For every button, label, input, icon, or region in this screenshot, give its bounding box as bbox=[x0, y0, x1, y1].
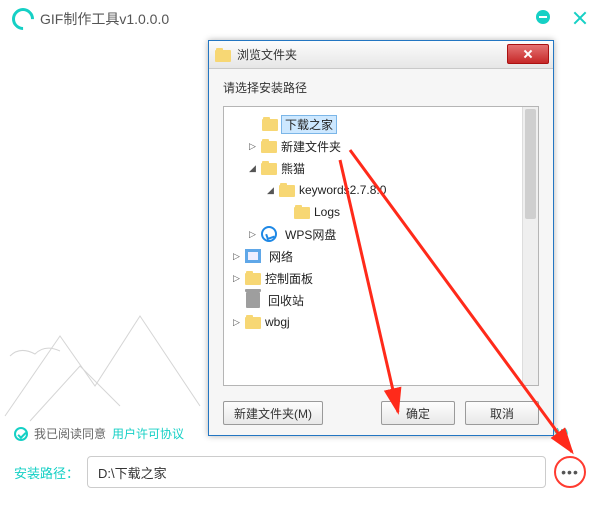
agreement-link[interactable]: 用户许可协议 bbox=[112, 425, 184, 442]
app-title: GIF制作工具v1.0.0.0 bbox=[40, 9, 169, 29]
network-icon bbox=[245, 249, 261, 263]
tree-label: Logs bbox=[314, 205, 340, 219]
control-panel-icon bbox=[245, 271, 261, 285]
tree-node[interactable]: ◢ 熊猫 bbox=[228, 157, 534, 179]
agreement-suffix: 义） bbox=[552, 425, 576, 442]
collapse-icon[interactable]: ◢ bbox=[248, 164, 257, 173]
tree-label: keywords2.7.8.0 bbox=[299, 183, 386, 197]
dialog-prompt: 请选择安装路径 bbox=[209, 69, 553, 96]
minimize-button[interactable] bbox=[536, 10, 550, 24]
close-button[interactable] bbox=[572, 10, 588, 26]
agreement-prefix: 我已阅读同意 bbox=[34, 425, 106, 442]
expand-icon[interactable]: ▷ bbox=[248, 230, 257, 239]
dialog-close-button[interactable] bbox=[507, 44, 549, 64]
scrollbar-thumb[interactable] bbox=[525, 109, 536, 219]
folder-icon bbox=[261, 161, 277, 175]
app-logo bbox=[7, 3, 38, 34]
folder-icon bbox=[279, 183, 295, 197]
app-title-bar: GIF制作工具v1.0.0.0 bbox=[12, 8, 169, 30]
dialog-button-row: 新建文件夹(M) 确定 取消 bbox=[223, 401, 539, 425]
folder-icon bbox=[215, 48, 231, 62]
agreement-checkbox[interactable] bbox=[14, 427, 28, 441]
folder-icon bbox=[262, 117, 278, 131]
tree-node[interactable]: ▷ wbgj bbox=[228, 311, 534, 333]
folder-icon bbox=[261, 139, 277, 153]
expand-icon[interactable]: ▷ bbox=[232, 252, 241, 261]
browse-button[interactable]: ••• bbox=[554, 456, 586, 488]
folder-tree: 下载之家 ▷ 新建文件夹 ◢ 熊猫 ◢ keywords2.7.8.0 Logs ▷ W… bbox=[223, 106, 539, 386]
tree-node[interactable]: ▷ 新建文件夹 bbox=[228, 135, 534, 157]
folder-icon bbox=[245, 315, 261, 329]
expand-icon[interactable]: ▷ bbox=[232, 318, 241, 327]
recycle-bin-icon bbox=[246, 292, 260, 308]
tree-node[interactable]: Logs bbox=[228, 201, 534, 223]
tree-node[interactable]: ◢ keywords2.7.8.0 bbox=[228, 179, 534, 201]
tree-scrollbar[interactable] bbox=[522, 107, 538, 385]
tree-label: 控制面板 bbox=[265, 270, 313, 287]
tree-label: 回收站 bbox=[268, 292, 304, 309]
dialog-titlebar[interactable]: 浏览文件夹 bbox=[209, 41, 553, 69]
collapse-icon[interactable]: ◢ bbox=[266, 186, 275, 195]
install-path-label: 安装路径： bbox=[14, 463, 79, 482]
tree-label: 熊猫 bbox=[281, 160, 305, 177]
tree-label: 新建文件夹 bbox=[281, 138, 341, 155]
tree-node[interactable]: ▷ WPS网盘 bbox=[228, 223, 534, 245]
new-folder-button[interactable]: 新建文件夹(M) bbox=[223, 401, 323, 425]
tree-node-selected[interactable]: 下载之家 bbox=[228, 113, 534, 135]
install-path-input[interactable] bbox=[87, 456, 546, 488]
tree-node[interactable]: 回收站 bbox=[228, 289, 534, 311]
wps-cloud-icon bbox=[261, 226, 277, 242]
window-controls bbox=[536, 10, 588, 26]
expand-icon[interactable]: ▷ bbox=[248, 142, 257, 151]
tree-node[interactable]: ▷ 网络 bbox=[228, 245, 534, 267]
tree-label: 下载之家 bbox=[282, 116, 336, 133]
dialog-title: 浏览文件夹 bbox=[237, 46, 297, 63]
agreement-row: 我已阅读同意 用户许可协议 bbox=[14, 425, 184, 442]
cancel-button[interactable]: 取消 bbox=[465, 401, 539, 425]
tree-node[interactable]: ▷ 控制面板 bbox=[228, 267, 534, 289]
install-path-row: 安装路径： ••• bbox=[14, 456, 586, 488]
folder-icon bbox=[294, 205, 310, 219]
ok-button[interactable]: 确定 bbox=[381, 401, 455, 425]
expand-icon[interactable]: ▷ bbox=[232, 274, 241, 283]
browse-folder-dialog: 浏览文件夹 请选择安装路径 下载之家 ▷ 新建文件夹 ◢ 熊猫 ◢ keywords2… bbox=[208, 40, 554, 436]
tree-label: WPS网盘 bbox=[285, 226, 336, 243]
tree-label: wbgj bbox=[265, 315, 290, 329]
tree-label: 网络 bbox=[269, 248, 293, 265]
